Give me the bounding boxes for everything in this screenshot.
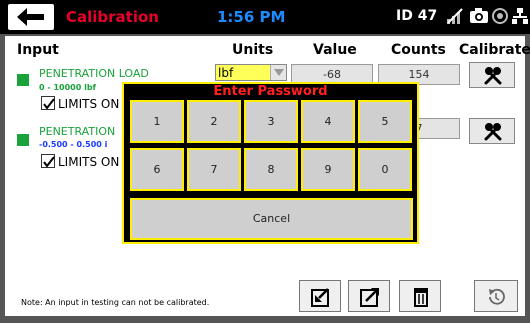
keypad-key-4[interactable]: 4 (301, 100, 355, 143)
column-units: Units (232, 42, 274, 58)
column-counts: Counts (391, 42, 446, 58)
export-icon (360, 288, 379, 307)
channel-status-indicator (17, 74, 29, 86)
import-icon (311, 288, 329, 307)
import-button[interactable] (299, 280, 341, 312)
keypad-key-6[interactable]: 6 (130, 148, 184, 191)
channel-name[interactable]: PENETRATION LOAD (39, 67, 149, 80)
reset-button[interactable] (474, 280, 518, 312)
channel-range: 0 - 10000 lbf (39, 83, 97, 92)
units-select[interactable]: lbf (215, 64, 287, 81)
app-title: Calibration (66, 8, 159, 26)
unit-id: ID 47 (396, 8, 438, 24)
keypad-key-5[interactable]: 5 (358, 100, 412, 143)
units-selected-value: lbf (218, 66, 234, 80)
checkbox-box[interactable] (41, 96, 55, 110)
footer-note: Note: An input in testing can not be cal… (21, 298, 210, 307)
back-button[interactable] (8, 4, 54, 30)
channel-range: -0.500 - 0.500 i (39, 140, 108, 149)
reset-icon (489, 288, 505, 305)
wifi-off-icon (447, 8, 463, 24)
keypad-key-3[interactable]: 3 (244, 100, 298, 143)
dropdown-arrow[interactable] (270, 65, 286, 80)
chevron-down-icon (274, 69, 284, 76)
export-button[interactable] (348, 280, 390, 312)
column-value: Value (313, 42, 357, 58)
camera-icon (470, 8, 488, 23)
wrench-icon (484, 67, 502, 85)
channel-name[interactable]: PENETRATION (39, 125, 115, 138)
checkbox-box[interactable] (41, 154, 55, 168)
column-input: Input (17, 42, 59, 58)
network-icon (512, 8, 528, 24)
back-arrow-icon (17, 8, 44, 26)
wrench-icon (484, 123, 502, 141)
check-icon (43, 98, 55, 110)
keypad-key-9[interactable]: 9 (301, 148, 355, 191)
limits-label: LIMITS ON (58, 97, 120, 111)
keypad-key-1[interactable]: 1 (130, 100, 184, 143)
column-calibrate: Calibrate (459, 42, 530, 58)
top-bar: Calibration 1:56 PM ID 47 (0, 0, 530, 34)
delete-button[interactable] (399, 280, 441, 312)
keypad-key-0[interactable]: 0 (358, 148, 412, 191)
keypad-key-8[interactable]: 8 (244, 148, 298, 191)
keypad-key-2[interactable]: 2 (187, 100, 241, 143)
dialog-title: Enter Password (213, 84, 328, 99)
calibrate-button[interactable] (469, 118, 515, 144)
clock: 1:56 PM (217, 8, 286, 26)
status-circle-icon (492, 8, 508, 24)
check-icon (43, 156, 55, 168)
channel-status-indicator (17, 134, 29, 146)
cancel-button[interactable]: Cancel (130, 198, 413, 240)
keypad-key-7[interactable]: 7 (187, 148, 241, 191)
limits-label: LIMITS ON (58, 155, 120, 169)
calibrate-button[interactable] (469, 62, 515, 88)
delete-icon (414, 288, 428, 307)
password-dialog: Enter Password 1 2 3 4 5 6 7 8 9 0 Cance… (122, 82, 419, 244)
